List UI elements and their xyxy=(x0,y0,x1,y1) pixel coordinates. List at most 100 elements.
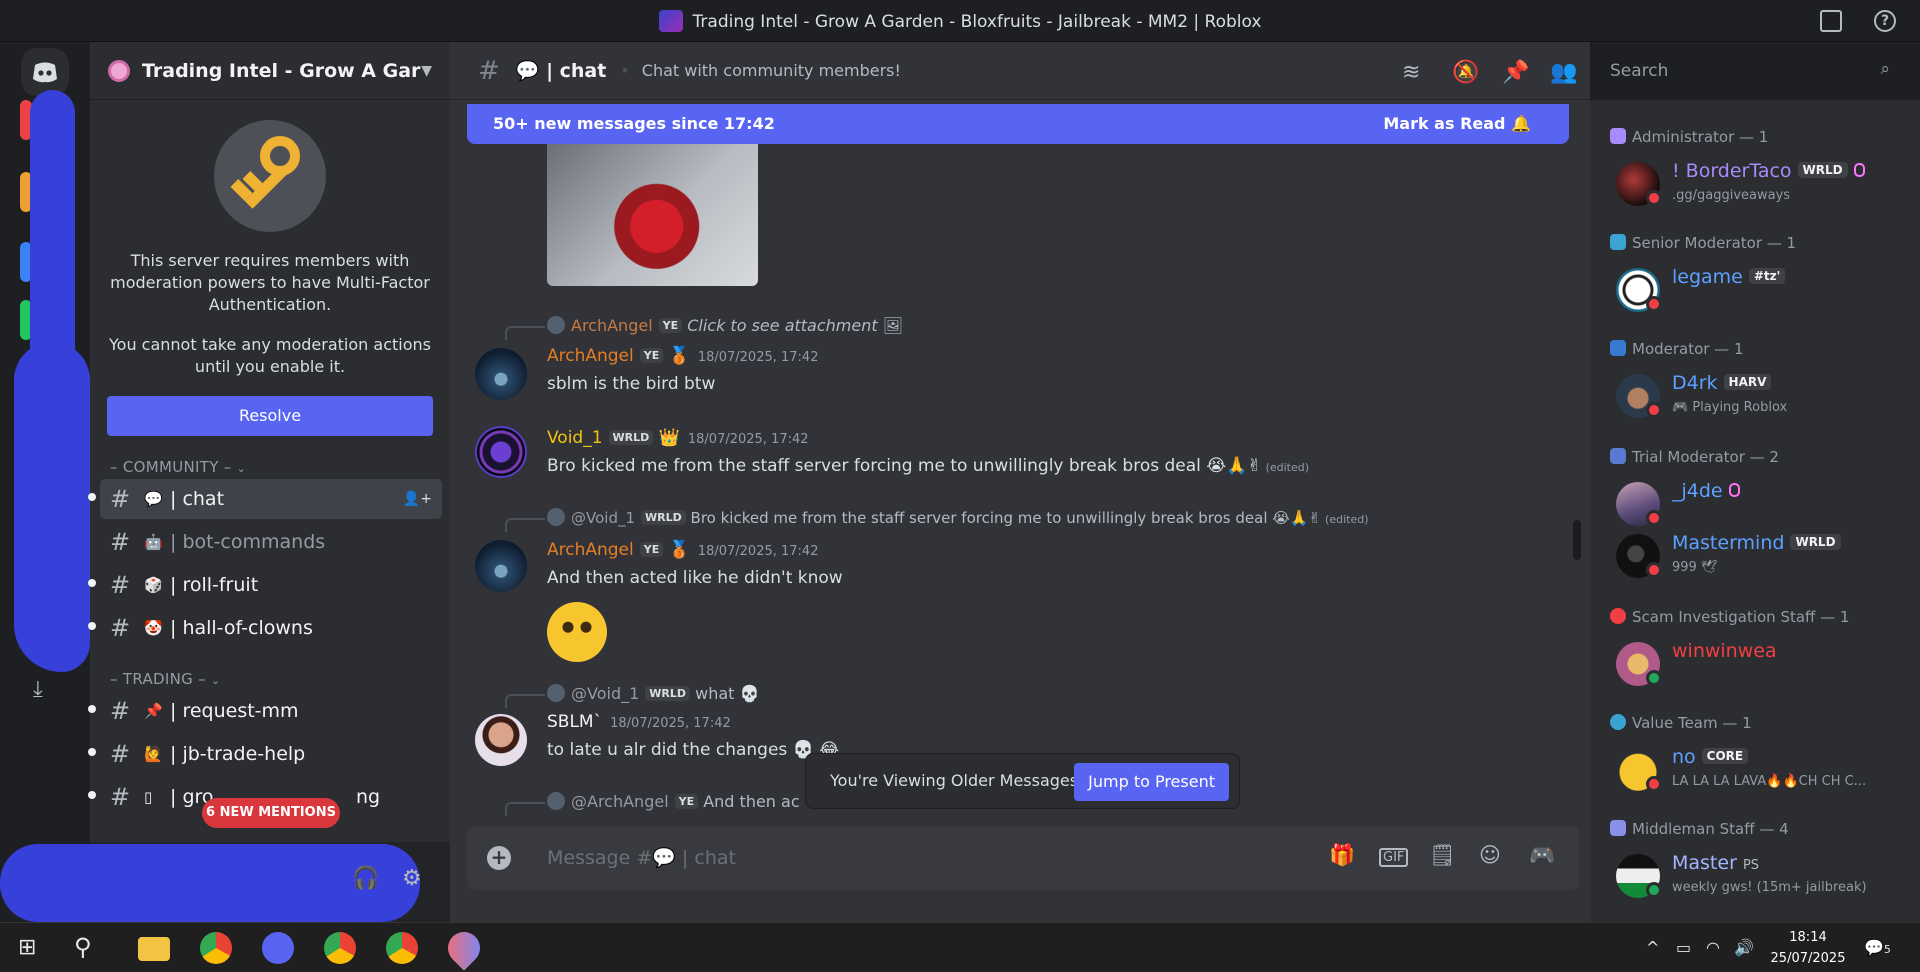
channel-emoji: 🤖 xyxy=(144,533,163,551)
new-messages-bar[interactable]: 50+ new messages since 17:42 Mark as Rea… xyxy=(467,104,1569,144)
gift-icon[interactable]: 🎁 xyxy=(1329,843,1355,868)
avatar xyxy=(547,508,565,526)
medal-icon: 🥉 xyxy=(668,346,690,366)
sticker-icon[interactable]: 🗒 xyxy=(1429,843,1456,868)
channel-request-mm[interactable]: # 📌 | request-mm xyxy=(88,691,442,731)
clock[interactable]: 18:14 25/07/2025 xyxy=(1760,927,1856,969)
value-role-icon xyxy=(1610,714,1626,730)
title-bar: Trading Intel - Grow A Garden - Bloxfrui… xyxy=(0,0,1920,42)
member-item[interactable]: Master PS weekly gws! (15m+ jailbreak) xyxy=(1616,850,1906,906)
emoji-picker-icon[interactable]: ☺ xyxy=(1479,843,1501,867)
avatar[interactable] xyxy=(475,714,527,766)
channel-label: | roll-fruit xyxy=(170,574,259,596)
headphones-icon[interactable]: 🎧 xyxy=(352,866,379,891)
pleading-face-emoji xyxy=(547,602,607,662)
message-text: And then acted like he didn't know xyxy=(547,568,843,588)
new-mentions-pill[interactable]: 6 NEW MENTIONS xyxy=(202,798,340,828)
threads-icon[interactable]: ≋ xyxy=(1402,60,1420,85)
discord-icon[interactable] xyxy=(262,932,294,964)
channel-label: | hall-of-clowns xyxy=(170,617,313,639)
hash-icon: # xyxy=(110,485,131,513)
member-item[interactable]: D4rk HARV 🎮 Playing Roblox xyxy=(1616,370,1906,426)
message-header: SBLM` 18/07/2025, 17:42 xyxy=(547,712,731,732)
member-item[interactable]: no CORE LA LA LA LAVA🔥🔥CH CH C... xyxy=(1616,744,1906,800)
member-item[interactable]: ! BorderTaco WRLD .gg/gaggiveaways xyxy=(1616,158,1906,214)
image-attachment[interactable] xyxy=(547,144,758,286)
reply-preview[interactable]: @Void_1 WRLD what 💀 xyxy=(505,684,759,708)
role-header: Middleman Staff — 4 xyxy=(1610,820,1789,838)
unread-dot xyxy=(88,493,96,501)
battery-icon[interactable]: ▭ xyxy=(1676,938,1691,957)
member-item[interactable]: _j4de xyxy=(1616,478,1906,534)
chrome-icon[interactable] xyxy=(386,932,418,964)
channel-hall-of-clowns[interactable]: # 🤡 | hall-of-clowns xyxy=(88,608,442,648)
new-messages-text: 50+ new messages since 17:42 xyxy=(493,114,775,133)
help-icon[interactable]: ? xyxy=(1874,10,1896,32)
role-header: Value Team — 1 xyxy=(1610,714,1752,732)
member-item[interactable]: winwinwea xyxy=(1616,638,1906,694)
crown-icon: 👑 xyxy=(658,428,680,448)
channel-bot-commands[interactable]: # 🤖 | bot-commands xyxy=(100,522,442,562)
channel-chat[interactable]: # 💬 | chat 👤+ xyxy=(88,479,442,519)
chrome-icon[interactable] xyxy=(324,932,356,964)
notification-center-icon[interactable]: 💬5 xyxy=(1864,938,1891,957)
category-community[interactable]: – COMMUNITY – ⌄ xyxy=(90,436,450,476)
boost-icon xyxy=(1728,483,1740,497)
channel-label: | chat xyxy=(170,488,225,510)
download-apps-icon[interactable]: ⤓ xyxy=(33,677,43,702)
search-icon[interactable]: ⚲ xyxy=(74,933,92,961)
status-dnd xyxy=(1646,190,1662,206)
user-panel: 🎧 ⚙ xyxy=(0,842,450,922)
gif-icon[interactable]: GIF xyxy=(1379,848,1409,867)
maps-pin-icon[interactable] xyxy=(441,925,487,971)
status-online xyxy=(1646,882,1662,898)
message-text: sblm is the bird btw xyxy=(547,374,716,394)
member-list: Administrator — 1 ! BorderTaco WRLD .gg/g… xyxy=(1590,100,1920,922)
category-trading[interactable]: – TRADING – ⌄ xyxy=(90,648,450,688)
reply-preview[interactable]: ArchAngel YE Click to see attachment 🖼 xyxy=(505,316,903,340)
channel-roll-fruit[interactable]: # 🎲 | roll-fruit xyxy=(88,565,442,605)
avatar[interactable] xyxy=(475,540,527,592)
server-app-icon xyxy=(658,10,683,32)
message-composer[interactable]: + Message #💬 | chat 🎁 GIF 🗒 ☺ 🎮 xyxy=(467,826,1579,890)
server-header[interactable]: Trading Intel - Grow A Garde... ▼ xyxy=(90,42,450,100)
pin-icon[interactable]: 📌 xyxy=(1502,60,1529,85)
role-header: Moderator — 1 xyxy=(1610,340,1744,358)
hash-icon: # xyxy=(478,55,500,86)
notification-bell-icon[interactable]: 🔕 xyxy=(1452,60,1479,85)
mark-as-read-button[interactable]: Mark as Read 🔔 xyxy=(1383,104,1531,144)
windows-start-icon[interactable]: ⊞ xyxy=(18,935,36,960)
resolve-button[interactable]: Resolve xyxy=(107,396,433,436)
gear-icon[interactable]: ⚙ xyxy=(402,866,422,891)
channel-label-tail: ng xyxy=(356,786,381,808)
volume-icon[interactable]: 🔊 xyxy=(1734,938,1754,957)
member-item[interactable]: legame #tz' xyxy=(1616,264,1906,320)
reply-preview[interactable]: @ArchAngel YE And then ac xyxy=(505,792,800,816)
avatar[interactable] xyxy=(475,348,527,400)
chevron-up-icon[interactable]: ^ xyxy=(1646,938,1659,957)
create-invite-icon[interactable]: 👤+ xyxy=(403,491,432,507)
attach-plus-icon[interactable]: + xyxy=(487,846,511,870)
file-explorer-icon[interactable] xyxy=(138,937,170,961)
message-text: Bro kicked me from the staff server forc… xyxy=(547,456,1310,476)
channel-emoji: 📌 xyxy=(144,702,163,720)
scrollbar-thumb[interactable] xyxy=(1573,520,1581,560)
channel-emoji: 🎲 xyxy=(144,576,163,594)
jump-to-present-button[interactable]: Jump to Present xyxy=(1074,763,1229,801)
discord-home-button[interactable] xyxy=(21,48,69,96)
member-list-icon[interactable]: 👥 xyxy=(1550,60,1577,85)
activities-icon[interactable]: 🎮 xyxy=(1529,843,1555,868)
message-input[interactable]: Message #💬 | chat xyxy=(547,846,736,869)
avatar[interactable] xyxy=(475,426,527,478)
search-input[interactable]: Search ⌕ xyxy=(1598,51,1900,91)
channel-emoji: 💬 xyxy=(144,490,163,508)
reply-preview[interactable]: @Void_1 WRLD Bro kicked me from the staff… xyxy=(505,508,1369,532)
channel-jb-trade-help[interactable]: # 🙋 | jb-trade-help xyxy=(88,734,442,774)
member-item[interactable]: Mastermind WRLD 999 🕊 xyxy=(1616,530,1906,586)
avatar xyxy=(547,684,565,702)
shield-icon xyxy=(1610,448,1626,464)
chrome-icon[interactable] xyxy=(200,932,232,964)
wifi-icon[interactable]: ◠ xyxy=(1706,938,1720,957)
inbox-icon[interactable] xyxy=(1820,10,1842,32)
message-header: ArchAngel YE 🥉 18/07/2025, 17:42 xyxy=(547,540,819,560)
